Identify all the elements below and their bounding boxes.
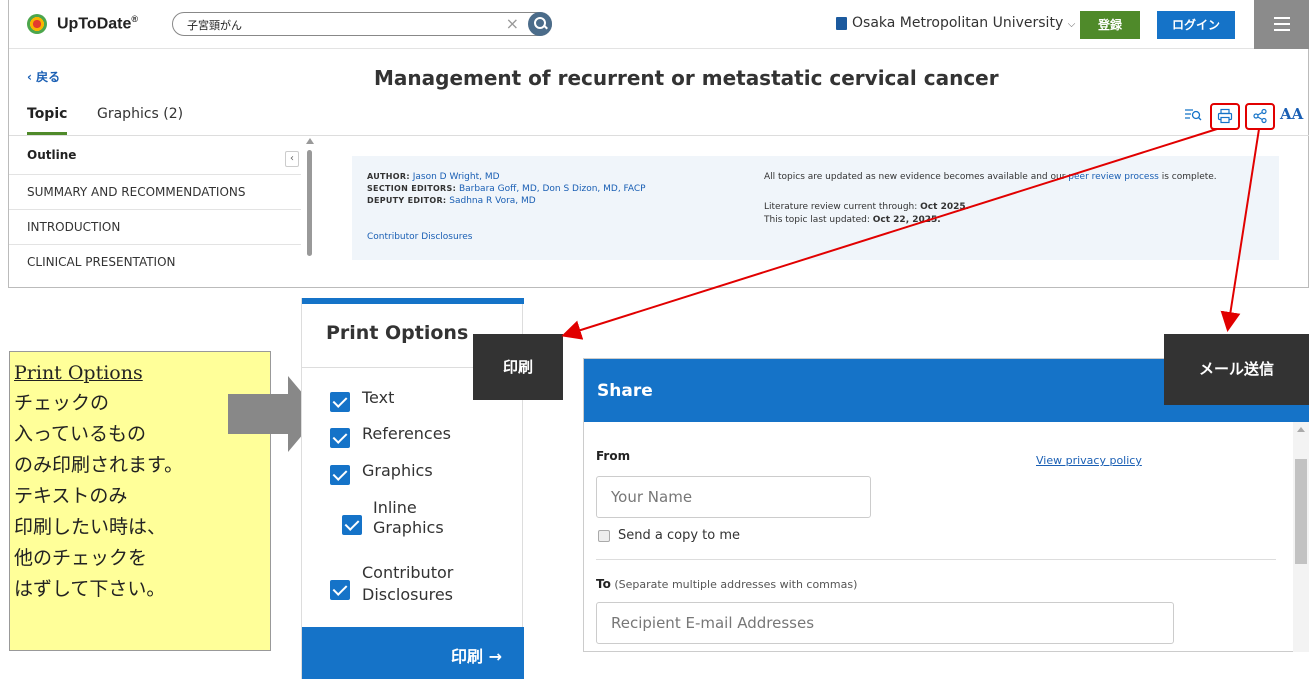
arrow-to-share-callout: [1220, 128, 1260, 332]
annotation-arrows: [561, 128, 1260, 340]
arrow-to-print-callout: [561, 128, 1218, 340]
